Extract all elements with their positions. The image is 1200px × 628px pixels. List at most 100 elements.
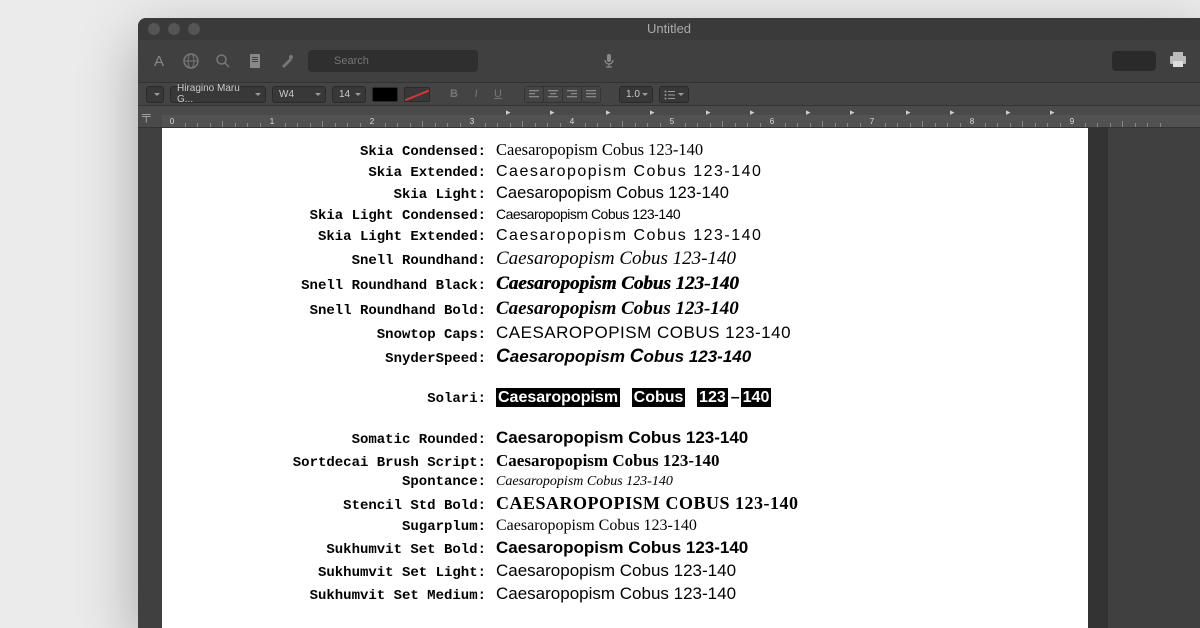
globe-icon[interactable]	[180, 50, 202, 72]
format-bar: Hiragino Maru G... W4 14 B I U 1.0	[138, 82, 1200, 106]
magnify-icon[interactable]	[212, 50, 234, 72]
font-sample-row: Snell Roundhand Black:Caesaropopism Cobu…	[196, 273, 1054, 295]
font-name-label: Snell Roundhand:	[196, 253, 496, 269]
font-sample-text: Caesaropopism Cobus 123-140	[496, 184, 729, 203]
font-name-label: Spontance:	[196, 474, 496, 490]
font-sample-row: Sugarplum:Caesaropopism Cobus 123-140	[196, 517, 1054, 535]
font-name-label: Snell Roundhand Bold:	[196, 303, 496, 319]
font-name-label: Sortdecai Brush Script:	[196, 455, 496, 471]
font-sample-text: CAESAROPOPISM COBUS 123-140	[496, 323, 791, 343]
paragraph-style-dropdown[interactable]	[146, 86, 164, 103]
ruler-number: 0	[170, 117, 174, 126]
ruler-number: 8	[970, 117, 974, 126]
minimize-icon[interactable]	[168, 23, 180, 35]
brush-icon[interactable]	[276, 50, 298, 72]
font-sample-row: Sukhumvit Set Bold:Caesaropopism Cobus 1…	[196, 538, 1054, 558]
record-button[interactable]	[1112, 51, 1156, 71]
font-family-dropdown[interactable]: Hiragino Maru G...	[170, 86, 266, 103]
ruler-number: 5	[670, 117, 674, 126]
font-sample-row: Somatic Rounded:Caesaropopism Cobus 123-…	[196, 428, 1054, 448]
font-name-label: Snell Roundhand Black:	[196, 278, 496, 294]
titlebar: Untitled	[138, 18, 1200, 40]
font-sample-text: Caesaropopism Cobus 123-140	[496, 561, 736, 581]
text-color-swatch[interactable]	[372, 87, 398, 102]
line-spacing-dropdown[interactable]: 1.0	[619, 86, 653, 103]
font-sample-text: CAESAROPOPISM COBUS 123-140	[496, 493, 799, 514]
font-sample-row: Solari:Caesaropopism Cobus 123–140	[196, 389, 1054, 407]
font-sample-row: Skia Light Extended:Caesaropopism Cobus …	[196, 227, 1054, 245]
ruler-number: 9	[1070, 117, 1074, 126]
font-sample-text: Caesaropopism Cobus 123–140	[496, 389, 773, 407]
font-name-label: Skia Light Condensed:	[196, 208, 496, 224]
ruler-number: 7	[870, 117, 874, 126]
font-sample-text: Caesaropopism Cobus 123-140	[496, 163, 762, 181]
font-sample-row: Snell Roundhand:Caesaropopism Cobus 123-…	[196, 248, 1054, 270]
ruler-number: 3	[470, 117, 474, 126]
italic-button[interactable]: I	[468, 86, 484, 102]
ruler-number: 1	[270, 117, 274, 126]
font-weight-dropdown[interactable]: W4	[272, 86, 326, 103]
font-sample-text: Caesaropopism Cobus 123-140	[496, 248, 736, 270]
ruler-number: 6	[770, 117, 774, 126]
document-viewport[interactable]: Skia Condensed:Caesaropopism Cobus 123-1…	[138, 128, 1200, 628]
app-window: Untitled A Hiragino Maru G... W4 14	[138, 18, 1200, 628]
font-sample-row: SnyderSpeed:Caesaropopism Cobus 123-140	[196, 346, 1054, 368]
align-left-button[interactable]	[525, 87, 543, 102]
filter-icon[interactable]: ╤	[142, 108, 151, 122]
font-sample-row: Snowtop Caps:CAESAROPOPISM COBUS 123-140	[196, 323, 1054, 343]
highlight-color-swatch[interactable]	[404, 87, 430, 102]
font-name-label: Solari:	[196, 391, 496, 407]
bold-button[interactable]: B	[446, 86, 462, 102]
list-style-dropdown[interactable]	[659, 86, 689, 103]
font-sample-row: Stencil Std Bold:CAESAROPOPISM COBUS 123…	[196, 493, 1054, 514]
font-name-label: Somatic Rounded:	[196, 432, 496, 448]
alignment-group	[524, 86, 601, 103]
document-icon[interactable]	[244, 50, 266, 72]
align-right-button[interactable]	[563, 87, 581, 102]
zoom-icon[interactable]	[188, 23, 200, 35]
font-name-label: Stencil Std Bold:	[196, 498, 496, 514]
underline-button[interactable]: U	[490, 86, 506, 102]
close-icon[interactable]	[148, 23, 160, 35]
font-sample-text: Caesaropopism Cobus 123-140	[496, 451, 720, 471]
font-name-label: Sugarplum:	[196, 519, 496, 535]
microphone-icon[interactable]	[598, 50, 620, 72]
window-title: Untitled	[138, 18, 1200, 40]
font-sample-text: Caesaropopism Cobus 123-140	[496, 517, 697, 535]
ruler-number: 4	[570, 117, 574, 126]
font-sample-row: Sukhumvit Set Light:Caesaropopism Cobus …	[196, 561, 1054, 581]
print-icon[interactable]	[1166, 51, 1190, 71]
search-input[interactable]	[308, 50, 478, 72]
font-sample-text: Caesaropopism Cobus 123-140	[496, 206, 680, 222]
font-sample-row: Skia Light:Caesaropopism Cobus 123-140	[196, 184, 1054, 203]
font-name-label: Skia Light:	[196, 187, 496, 203]
font-name-label: Skia Light Extended:	[196, 229, 496, 245]
font-sample-row: Skia Extended:Caesaropopism Cobus 123-14…	[196, 163, 1054, 181]
font-sample-text: Caesaropopism Cobus 123-140	[496, 584, 736, 604]
font-panel-icon[interactable]: A	[148, 50, 170, 72]
font-sample-text: Caesaropopism Cobus 123-140	[496, 227, 762, 245]
ruler-number: 2	[370, 117, 374, 126]
font-name-label: SnyderSpeed:	[196, 351, 496, 367]
font-sample-text: Caesaropopism Cobus 123-140	[496, 346, 751, 368]
page-margin-shadow	[1088, 128, 1108, 628]
font-sample-text: Caesaropopism Cobus 123-140	[496, 538, 748, 558]
font-size-dropdown[interactable]: 14	[332, 86, 366, 103]
font-name-label: Skia Condensed:	[196, 144, 496, 160]
font-sample-row: Sukhumvit Set Medium:Caesaropopism Cobus…	[196, 584, 1054, 604]
font-sample-row: Spontance:Caesaropopism Cobus 123-140	[196, 474, 1054, 490]
align-center-button[interactable]	[544, 87, 562, 102]
font-name-label: Snowtop Caps:	[196, 327, 496, 343]
font-sample-row: Sortdecai Brush Script:Caesaropopism Cob…	[196, 451, 1054, 471]
font-sample-text: Caesaropopism Cobus 123-140	[496, 273, 739, 295]
font-sample-text: Caesaropopism Cobus 123-140	[496, 428, 748, 448]
font-sample-text: Caesaropopism Cobus 123-140	[496, 298, 739, 320]
align-justify-button[interactable]	[582, 87, 600, 102]
font-sample-text: Caesaropopism Cobus 123-140	[496, 140, 703, 160]
font-sample-row: Skia Condensed:Caesaropopism Cobus 123-1…	[196, 140, 1054, 160]
font-name-label: Sukhumvit Set Medium:	[196, 588, 496, 604]
ruler[interactable]: ╤ ▸▸▸▸▸▸▸▸▸▸▸▸ 0123456789	[138, 106, 1200, 128]
font-sample-row: Skia Light Condensed:Caesaropopism Cobus…	[196, 206, 1054, 224]
toolbar: A	[138, 40, 1200, 82]
font-sample-text: Caesaropopism Cobus 123-140	[496, 474, 673, 490]
